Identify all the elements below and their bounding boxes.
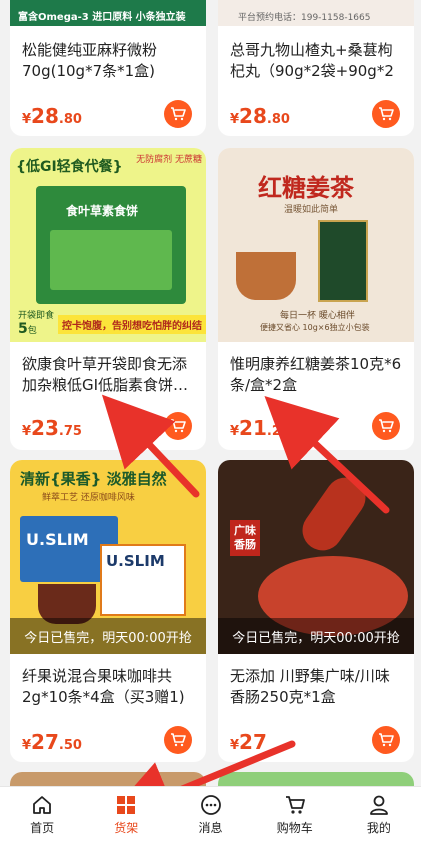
product-card[interactable]: 广味香肠 今日已售完，明天00:00开抢 无添加 川野集广味/川味香肠250克*… (218, 460, 414, 762)
product-slogan: 控卡饱腹，告别想吃怕胖的纠结 (58, 315, 206, 334)
product-title: 总哥九物山楂丸+桑葚枸杞丸（90g*2袋+90g*2袋… (230, 41, 394, 84)
product-image: 富含Omega-3 进口原料 小条独立装 (10, 0, 206, 26)
add-to-cart-button[interactable] (164, 726, 192, 754)
tab-label: 货架 (114, 821, 139, 835)
product-brand: U.SLIM (106, 552, 165, 570)
tab-cart[interactable]: 购物车 (253, 787, 337, 841)
shelf-grid-icon (117, 796, 136, 814)
product-caption: 每日一杯 暖心相伴 (280, 311, 355, 321)
product-brand: U.SLIM (26, 530, 89, 549)
product-badge: 广味香肠 (230, 520, 260, 556)
add-to-cart-button[interactable] (164, 412, 192, 440)
product-image: 红糖姜茶 温暖如此简单 每日一杯 暖心相伴 便捷又省心 10g×6独立小包装 (218, 148, 414, 342)
add-to-cart-button[interactable] (164, 100, 192, 128)
product-banner: 富含Omega-3 进口原料 小条独立装 (18, 12, 186, 23)
product-caption: 便捷又省心 10g×6独立小包装 (260, 323, 370, 332)
product-headline: 清新{果香} 淡雅自然 (20, 470, 167, 488)
message-icon (200, 795, 221, 815)
product-banner: 平台预约电话：199-1158-1665 (238, 13, 371, 23)
product-image: {低GI轻食代餐} 无防腐剂 无蔗糖 食叶草素食饼 开袋即食 5包 控卡饱腹，告… (10, 148, 206, 342)
tab-profile[interactable]: 我的 (337, 787, 421, 841)
product-image: 广味香肠 今日已售完，明天00:00开抢 (218, 460, 414, 654)
bottom-tab-bar: 首页 货架 消息 购物车 我的 (0, 786, 421, 841)
product-title: 纤果说混合果味咖啡共2g*10条*4盒（买3赠1) (22, 667, 185, 706)
product-card[interactable]: 平台预约电话：199-1158-1665 总哥九物山楂丸+桑葚枸杞丸（90g*2… (218, 0, 414, 136)
tab-label: 购物车 (276, 821, 313, 835)
product-title: 惟明康养红糖姜茶10克*6条/盒*2盒 (230, 355, 402, 394)
product-card[interactable]: 红糖姜茶 温暖如此简单 每日一杯 暖心相伴 便捷又省心 10g×6独立小包装 惟… (218, 148, 414, 450)
product-badge: {低GI轻食代餐} (16, 159, 123, 175)
product-price: ¥28.80 (230, 104, 290, 128)
cart-icon (379, 733, 394, 747)
product-price: ¥21.20 (230, 416, 290, 440)
cart-icon (379, 419, 394, 433)
product-package-label: 食叶草素食饼 (66, 204, 139, 218)
user-icon (370, 795, 388, 815)
home-icon (33, 796, 51, 814)
cart-icon (171, 733, 186, 747)
tab-messages[interactable]: 消息 (168, 787, 252, 841)
product-card[interactable]: 清新{果香} 淡雅自然 鲜萃工艺 还原咖啡风味 U.SLIM U.SLIM 今日… (10, 460, 206, 762)
product-badge-secondary: 无防腐剂 无蔗糖 (136, 155, 202, 165)
product-subline: 温暖如此简单 (284, 205, 339, 215)
tab-label: 消息 (198, 821, 223, 835)
product-title: 松能健纯亚麻籽微粉70g(10g*7条*1盒)（加… (22, 41, 158, 84)
product-card[interactable]: 富含Omega-3 进口原料 小条独立装 松能健纯亚麻籽微粉70g(10g*7条… (10, 0, 206, 136)
tab-label: 我的 (366, 821, 391, 835)
product-price: ¥28.80 (22, 104, 82, 128)
add-to-cart-button[interactable] (372, 100, 400, 128)
product-subline: 鲜萃工艺 还原咖啡风味 (42, 493, 135, 503)
product-card[interactable]: {低GI轻食代餐} 无防腐剂 无蔗糖 食叶草素食饼 开袋即食 5包 控卡饱腹，告… (10, 148, 206, 450)
cart-icon (171, 107, 186, 121)
product-price: ¥27.50 (22, 730, 82, 754)
product-price: ¥23.75 (22, 416, 82, 440)
tab-label: 首页 (30, 821, 55, 835)
cart-icon (285, 796, 305, 814)
tab-shelf[interactable]: 货架 (84, 787, 168, 841)
product-price: ¥27 (230, 730, 267, 754)
cart-icon (379, 107, 394, 121)
add-to-cart-button[interactable] (372, 412, 400, 440)
sold-out-overlay: 今日已售完，明天00:00开抢 (10, 618, 206, 654)
product-headline: 红糖姜茶 (258, 173, 354, 202)
product-title: 无添加 川野集广味/川味香肠250克*1盒 (230, 667, 390, 706)
cart-icon (171, 419, 186, 433)
add-to-cart-button[interactable] (372, 726, 400, 754)
product-title: 欲康食叶草开袋即食无添加杂粮低GI低脂素食饼… (22, 355, 189, 394)
product-package: 食叶草素食饼 (36, 186, 186, 304)
sold-out-overlay: 今日已售完，明天00:00开抢 (218, 618, 414, 654)
product-image: 清新{果香} 淡雅自然 鲜萃工艺 还原咖啡风味 U.SLIM U.SLIM 今日… (10, 460, 206, 654)
product-image: 平台预约电话：199-1158-1665 (218, 0, 414, 26)
product-tag: 开袋即食 5包 (18, 311, 55, 337)
tab-home[interactable]: 首页 (0, 787, 84, 841)
